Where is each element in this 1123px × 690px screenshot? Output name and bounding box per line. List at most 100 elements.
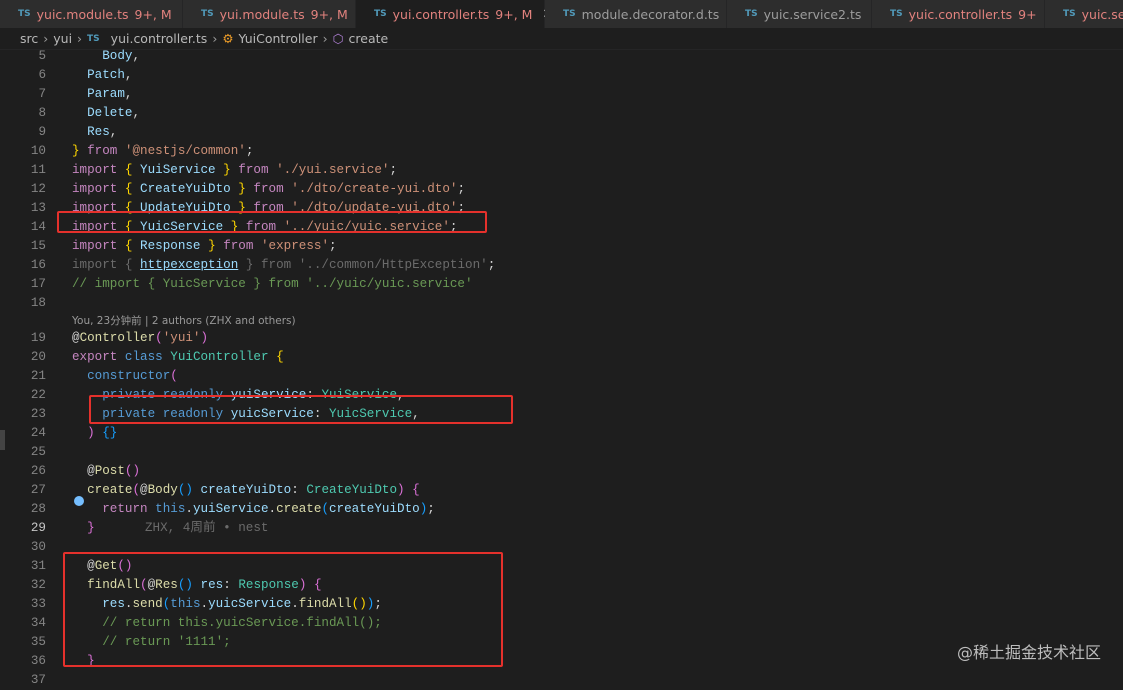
breadcrumb-src[interactable]: src bbox=[20, 31, 38, 46]
code-token: create bbox=[72, 483, 133, 497]
line-number: 34 bbox=[30, 616, 46, 630]
typescript-file-icon: TS bbox=[18, 9, 31, 19]
line-code: constructor( bbox=[72, 367, 178, 386]
code-token: { bbox=[124, 258, 141, 272]
code-token: } bbox=[72, 521, 95, 535]
method-cube-icon: ⬡ bbox=[332, 31, 344, 46]
code-token: CreateYuiDto bbox=[140, 182, 239, 196]
line-code: return this.yuiService.create(createYuiD… bbox=[72, 500, 435, 519]
code-token: {} bbox=[102, 426, 118, 440]
git-blame-annotation: ZHX, 4周前 • nest bbox=[145, 521, 269, 535]
typescript-file-icon: TS bbox=[87, 33, 100, 44]
code-line[interactable]: 15 import { Response } from 'express'; bbox=[0, 237, 1123, 256]
code-token: './yui.service' bbox=[276, 163, 390, 177]
code-token: Patch bbox=[72, 68, 125, 82]
tab-badge: 9+, M bbox=[134, 6, 172, 22]
line-code: // import { YuicService } from '../yuic/… bbox=[72, 275, 473, 294]
code-line[interactable]: 25 bbox=[0, 443, 1123, 462]
codelens-authors[interactable]: You, 23分钟前 | 2 authors (ZHX and others) bbox=[72, 313, 296, 329]
code-line[interactable]: 37 bbox=[0, 671, 1123, 690]
line-code: } bbox=[72, 519, 95, 538]
code-line[interactable]: 16 import { httpexception } from '../comm… bbox=[0, 256, 1123, 275]
code-line[interactable]: 21 constructor( bbox=[0, 367, 1123, 386]
line-code: @Post() bbox=[72, 462, 140, 481]
line-number: 28 bbox=[30, 502, 46, 516]
line-number: 22 bbox=[30, 388, 46, 402]
code-token: , bbox=[124, 68, 133, 82]
code-token: Post bbox=[94, 464, 125, 478]
line-code: Body, bbox=[72, 47, 140, 66]
code-token: yuiService bbox=[192, 502, 269, 516]
line-number: 32 bbox=[30, 578, 46, 592]
code-token: , bbox=[132, 49, 141, 63]
lightbulb-icon[interactable] bbox=[74, 496, 84, 506]
tab-yuic-ser[interactable]: TS yuic.ser bbox=[1045, 0, 1123, 28]
typescript-file-icon: TS bbox=[563, 9, 576, 19]
code-line[interactable]: 8 Delete, bbox=[0, 104, 1123, 123]
code-token: , bbox=[109, 125, 118, 139]
code-line[interactable]: 20 export class YuiController { bbox=[0, 348, 1123, 367]
code-token: } from '../common/HttpException' bbox=[238, 258, 488, 272]
code-line[interactable]: 6 Patch, bbox=[0, 66, 1123, 85]
code-line[interactable]: 17 // import { YuicService } from '../yui… bbox=[0, 275, 1123, 294]
line-number: 20 bbox=[30, 350, 46, 364]
code-token: } bbox=[208, 239, 224, 253]
highlight-box-import bbox=[57, 211, 487, 233]
code-line[interactable]: 10} from '@nestjs/common'; bbox=[0, 142, 1123, 161]
code-line[interactable]: 5 Body, bbox=[0, 47, 1123, 66]
line-code: create(@Body() createYuiDto: CreateYuiDt… bbox=[72, 481, 420, 500]
tab-badge: 9+ bbox=[1018, 6, 1037, 22]
tab-yuic-controller-ts[interactable]: TS yuic.controller.ts 9+ bbox=[872, 0, 1045, 28]
code-line[interactable]: 7 Param, bbox=[0, 85, 1123, 104]
line-number: 10 bbox=[30, 144, 46, 158]
tab-yui-module-ts[interactable]: TS yui.module.ts 9+, M bbox=[183, 0, 356, 28]
code-line[interactable]: 12 import { CreateYuiDto } from './dto/cr… bbox=[0, 180, 1123, 199]
code-line[interactable]: 19 @Controller('yui') bbox=[0, 329, 1123, 348]
code-token: ) bbox=[200, 331, 209, 345]
code-token: YuiController bbox=[170, 350, 277, 364]
breadcrumb-method[interactable]: create bbox=[349, 31, 389, 46]
code-token: 'yui' bbox=[162, 331, 201, 345]
code-token: export bbox=[72, 350, 125, 364]
code-token: ( bbox=[132, 483, 141, 497]
breadcrumb-class[interactable]: YuiController bbox=[239, 31, 318, 46]
tab-yui-controller-ts[interactable]: TSyui.controller.ts9+, M✕ bbox=[356, 0, 553, 28]
typescript-file-icon: TS bbox=[1063, 9, 1076, 19]
code-token: class bbox=[124, 350, 171, 364]
code-token: ; bbox=[245, 144, 254, 158]
line-number: 9 bbox=[38, 125, 46, 139]
breadcrumb-file[interactable]: yui.controller.ts bbox=[111, 31, 208, 46]
line-number: 25 bbox=[30, 445, 46, 459]
code-line[interactable]: 11 import { YuiService } from './yui.serv… bbox=[0, 161, 1123, 180]
line-code: import { httpexception } from '../common… bbox=[72, 256, 495, 275]
highlight-box-constructor-param bbox=[89, 395, 513, 424]
line-number: 23 bbox=[30, 407, 46, 421]
code-token: from bbox=[253, 182, 292, 196]
code-line[interactable]: 24 ) {} bbox=[0, 424, 1123, 443]
code-token: { bbox=[124, 182, 141, 196]
code-token: create bbox=[276, 502, 322, 516]
tab-module-decorator-d-ts[interactable]: TS module.decorator.d.ts bbox=[545, 0, 727, 28]
code-token: { bbox=[412, 483, 420, 497]
tab-badge: 9+, M bbox=[310, 6, 348, 22]
code-token: Controller bbox=[79, 331, 156, 345]
breadcrumb-yui[interactable]: yui bbox=[53, 31, 72, 46]
code-line[interactable]: 18 bbox=[0, 294, 1123, 313]
code-line[interactable]: 29 } ZHX, 4周前 • nest bbox=[0, 519, 1123, 538]
tab-yuic-module-ts[interactable]: TS yuic.module.ts 9+, M bbox=[0, 0, 183, 28]
code-line[interactable]: 26 @Post() bbox=[0, 462, 1123, 481]
line-number: 8 bbox=[38, 106, 46, 120]
code-line[interactable]: 27 create(@Body() createYuiDto: CreateYu… bbox=[0, 481, 1123, 500]
line-number: 13 bbox=[30, 201, 46, 215]
line-number: 26 bbox=[30, 464, 46, 478]
code-token: Body bbox=[147, 483, 178, 497]
code-line[interactable]: 28 return this.yuiService.create(createY… bbox=[0, 500, 1123, 519]
tab-yuic-service2-ts[interactable]: TS yuic.service2.ts bbox=[727, 0, 872, 28]
code-line[interactable]: 9 Res, bbox=[0, 123, 1123, 142]
tab-label: yui.module.ts bbox=[219, 6, 305, 22]
code-token: '@nestjs/common' bbox=[124, 144, 246, 158]
editor-tab-bar: TS yuic.module.ts 9+, M TS yui.module.ts 9+, … bbox=[0, 0, 1123, 28]
code-token: return bbox=[72, 502, 156, 516]
line-number: 18 bbox=[30, 296, 46, 310]
